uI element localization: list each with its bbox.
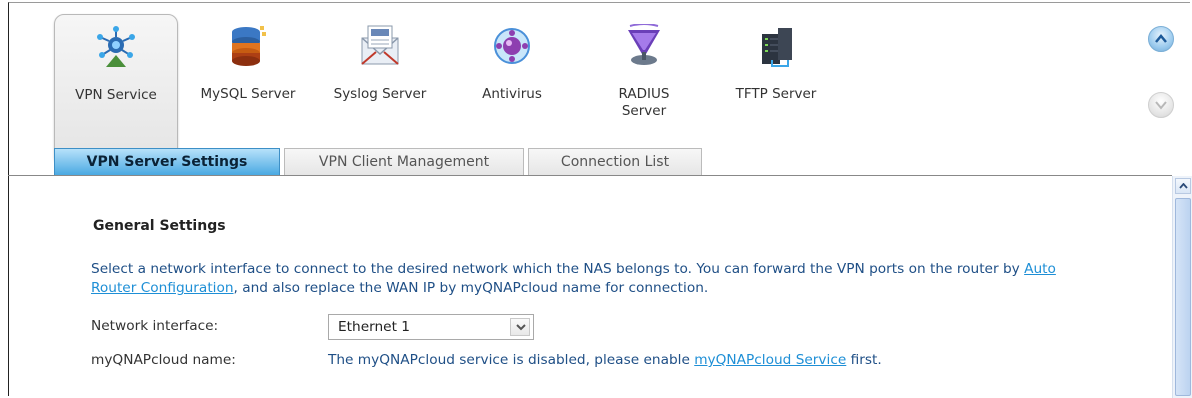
app-label: VPN Service [75, 87, 157, 103]
app-label: Antivirus [482, 86, 542, 102]
radius-icon [628, 24, 660, 65]
syslog-icon [361, 25, 399, 65]
vpn-icon [97, 26, 135, 67]
scroll-up-button[interactable] [1175, 178, 1191, 194]
myqnapcloud-service-link[interactable]: myQNAPcloud Service [694, 352, 846, 368]
app-radius-server[interactable]: RADIUS Server [582, 14, 706, 166]
app-mysql-server[interactable]: MySQL Server [186, 14, 310, 166]
chevron-up-icon [1179, 183, 1188, 189]
description-text-end: , and also replace the WAN IP by myQNAPc… [233, 280, 709, 296]
tab-vpn-server-settings[interactable]: VPN Server Settings [54, 148, 280, 175]
app-antivirus[interactable]: Antivirus [450, 14, 574, 166]
chevron-up-icon [1155, 34, 1167, 43]
app-vpn-service[interactable]: VPN Service [54, 14, 178, 166]
mysql-icon [232, 26, 266, 66]
app-tftp-server[interactable]: TFTP Server [714, 14, 838, 166]
scroll-apps-up-button[interactable] [1148, 26, 1174, 52]
myqnapcloud-name-label: myQNAPcloud name: [91, 352, 236, 368]
settings-panel: General Settings Select a network interf… [9, 176, 1172, 398]
myqnapcloud-status: The myQNAPcloud service is disabled, ple… [328, 352, 882, 368]
vertical-scrollbar[interactable] [1172, 176, 1192, 398]
app-label: TFTP Server [735, 86, 817, 102]
myqnapcloud-status-text: The myQNAPcloud service is disabled, ple… [328, 352, 695, 368]
tab-vpn-client-management[interactable]: VPN Client Management [284, 148, 524, 175]
scroll-apps-down-button[interactable] [1148, 92, 1174, 118]
network-interface-value: Ethernet 1 [338, 319, 411, 335]
tab-connection-list[interactable]: Connection List [528, 148, 702, 175]
app-label: MySQL Server [200, 86, 296, 102]
network-interface-select[interactable]: Ethernet 1 [328, 314, 534, 340]
myqnapcloud-status-text-end: first. [846, 352, 882, 368]
description-text: Select a network interface to connect to… [91, 261, 1025, 277]
antivirus-icon [494, 28, 530, 64]
chevron-down-icon [516, 324, 526, 331]
network-interface-label: Network interface: [91, 318, 219, 334]
scroll-thumb[interactable] [1175, 198, 1191, 396]
dropdown-arrow[interactable] [510, 318, 530, 336]
general-description: Select a network interface to connect to… [91, 260, 1091, 298]
tftp-icon [762, 28, 792, 67]
section-title: General Settings [93, 218, 226, 234]
app-label: RADIUS Server [618, 86, 670, 119]
app-syslog-server[interactable]: Syslog Server [318, 14, 442, 166]
app-label: Syslog Server [333, 86, 427, 102]
chevron-down-icon [1155, 101, 1167, 110]
